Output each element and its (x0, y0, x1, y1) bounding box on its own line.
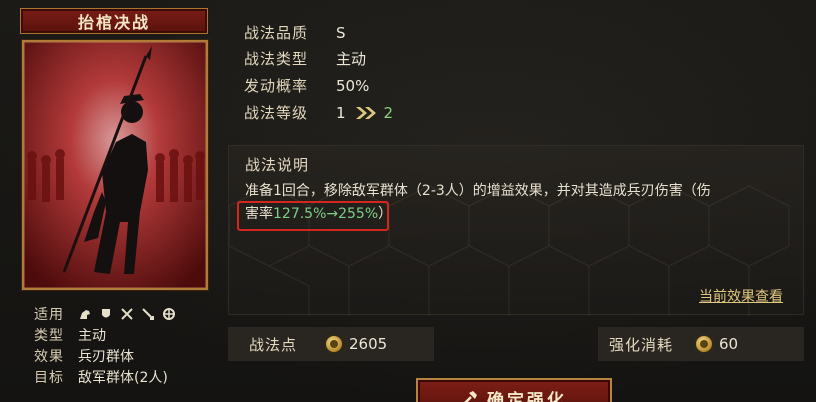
description-title: 战法说明 (245, 156, 310, 174)
skill-points-value: 2605 (349, 335, 388, 353)
war-machine-icon (163, 307, 175, 320)
description-line-1: 准备1回合，移除敌军群体（2-3人）的增益效果，并对其造成兵刃伤害（伤 (245, 183, 711, 199)
shield-icon (102, 308, 110, 317)
info-level-label: 战法等级 (244, 104, 309, 122)
attr-suitable: 适用 (34, 303, 214, 324)
attr-type: 类型 主动 (34, 324, 214, 345)
attr-target-label: 目标 (34, 369, 64, 386)
info-type-label: 战法类型 (244, 50, 309, 68)
troop-type-icons (78, 307, 176, 321)
attr-suitable-label: 适用 (34, 306, 64, 323)
card-illustration (24, 42, 206, 288)
info-type: 战法类型 主动 (244, 48, 366, 69)
skill-card-title: 抬棺决战 (20, 8, 208, 34)
info-level-next: 2 (383, 103, 394, 122)
confirm-upgrade-button[interactable]: 确定强化 (416, 378, 612, 402)
crossed-swords-icon (121, 307, 133, 320)
attr-effect-label: 效果 (34, 348, 64, 365)
info-chance-label: 发动概率 (244, 77, 309, 95)
level-up-arrow-icon (354, 105, 380, 121)
skill-points-box: 战法点 2605 (228, 327, 434, 361)
coin-icon (695, 335, 713, 353)
info-level: 战法等级 1 2 (244, 102, 393, 123)
coin-icon (325, 335, 343, 353)
attr-target: 目标 敌军群体(2人) (34, 366, 214, 387)
view-current-effect-link[interactable]: 当前效果查看 (699, 286, 783, 306)
skill-description-panel: 战法说明 准备1回合，移除敌军群体（2-3人）的增益效果，并对其造成兵刃伤害（伤… (228, 145, 804, 316)
attr-effect: 效果 兵刃群体 (34, 345, 214, 366)
confirm-upgrade-label: 确定强化 (487, 390, 567, 402)
upgrade-cost-box: 强化消耗 60 (598, 327, 804, 361)
skill-card-title-text: 抬棺决战 (77, 13, 150, 32)
info-quality: 战法品质 S (244, 22, 346, 43)
skill-card-art (22, 40, 208, 290)
info-chance: 发动概率 50% (244, 75, 369, 96)
attr-type-value: 主动 (78, 327, 106, 344)
info-quality-value: S (336, 23, 346, 42)
info-chance-value: 50% (336, 76, 370, 95)
attr-target-value: 敌军群体(2人) (78, 369, 168, 386)
skill-points-label: 战法点 (249, 335, 298, 354)
info-quality-label: 战法品质 (244, 24, 309, 42)
upgrade-cost-value: 60 (719, 335, 739, 353)
hammer-icon (464, 391, 477, 402)
info-type-value: 主动 (336, 50, 367, 68)
attr-type-label: 类型 (34, 327, 64, 344)
skill-attributes: 适用 类型 主动 效果 兵刃群体 目标 敌军群体(2人) (34, 303, 214, 387)
bow-icon (142, 307, 154, 320)
attr-effect-value: 兵刃群体 (78, 348, 134, 365)
upgrade-cost-label: 强化消耗 (609, 335, 674, 354)
annotation-highlight-box (237, 201, 389, 231)
cavalry-icon (80, 309, 90, 319)
info-level-current: 1 (336, 103, 346, 122)
